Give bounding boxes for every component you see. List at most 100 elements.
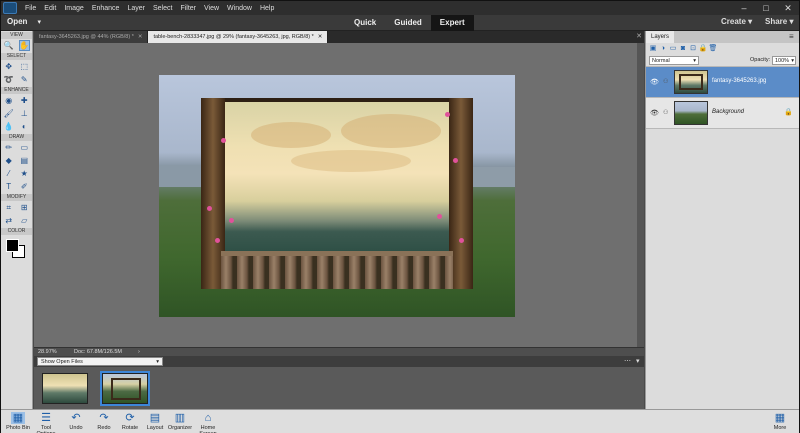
new-group-icon[interactable]: ▭ [668, 44, 678, 54]
redo-icon: ↷ [99, 412, 109, 424]
content-aware-move-tool-icon[interactable]: ⇄ [3, 215, 14, 226]
doc-tab-active[interactable]: table-bench-2833347.jpg @ 29% (fantasy-3… [148, 31, 329, 43]
undo-button[interactable]: ↶ Undo [61, 412, 91, 431]
toolbox: VIEW 🔍 ✋ SELECT ✥ ⬚ ➰ ✎ ENHANCE ◉ ✚ 🖌 ⊥ … [1, 31, 33, 409]
share-button[interactable]: Share ▾ [765, 17, 793, 26]
document-image[interactable] [159, 75, 515, 317]
straighten-tool-icon[interactable]: ▱ [19, 215, 30, 226]
visibility-eye-icon[interactable]: 👁 [650, 78, 659, 86]
mode-guided[interactable]: Guided [385, 15, 431, 31]
photo-bin-thumbnail-selected[interactable] [100, 371, 150, 406]
create-button[interactable]: Create ▾ [721, 17, 752, 26]
chevron-down-icon: ▾ [748, 17, 753, 26]
brush-tool-icon[interactable]: ✏ [3, 142, 14, 153]
mode-bar: Open ▾ Quick Guided Expert Create ▾ Share… [1, 15, 799, 31]
more-label: More [773, 425, 787, 431]
new-adjustment-layer-icon[interactable]: ◑ [658, 44, 668, 54]
layer-row-background[interactable]: 👁 ⚇ Background 🔒 [646, 98, 799, 129]
blend-mode-select[interactable]: Normal ▾ [649, 56, 699, 65]
canvas-area[interactable] [34, 43, 644, 347]
photoshop-elements-window: File Edit Image Enhance Layer Select Fil… [0, 0, 800, 433]
task-bar: ▦Photo Bin ☰Tool Options ↶Undo ↷Redo ⟳Ro… [1, 409, 799, 433]
marquee-tool-icon[interactable]: ⬚ [19, 61, 30, 72]
photo-bin-button[interactable]: ▦ Photo Bin [3, 412, 33, 431]
main-menu: File Edit Image Enhance Layer Select Fil… [21, 5, 278, 12]
lock-all-icon[interactable]: 🔒 [698, 44, 708, 54]
toolbox-section-view: VIEW [1, 32, 32, 39]
photo-bin [34, 367, 644, 409]
close-tab-icon[interactable]: ✕ [318, 34, 323, 40]
quick-selection-tool-icon[interactable]: ✎ [19, 74, 30, 85]
new-layer-icon[interactable]: ▣ [648, 44, 658, 54]
gradient-tool-icon[interactable]: ▤ [19, 155, 30, 166]
mode-quick[interactable]: Quick [345, 15, 385, 31]
close-document-icon[interactable]: ✕ [634, 31, 644, 43]
vertical-scrollbar[interactable] [637, 43, 644, 347]
tool-options-icon: ☰ [41, 412, 51, 424]
crop-tool-icon[interactable]: ⌗ [3, 202, 14, 213]
foreground-color-swatch[interactable] [6, 239, 19, 252]
close-window-button[interactable]: ✕ [777, 3, 799, 14]
menu-edit[interactable]: Edit [40, 5, 60, 12]
doc-tab[interactable]: fantasy-3645263.jpg @ 44% (RGB/8) * ✕ [34, 31, 149, 43]
opacity-value: 100% [775, 58, 790, 64]
move-tool-icon[interactable]: ✥ [3, 61, 14, 72]
organizer-button[interactable]: ▥ Organizer [165, 412, 195, 431]
hand-tool-icon[interactable]: ✋ [18, 40, 30, 51]
layer-row-fantasy[interactable]: 👁 ⚇ fantasy-3645263.jpg [646, 67, 799, 98]
visibility-eye-icon[interactable]: 👁 [650, 109, 659, 117]
menu-window[interactable]: Window [223, 5, 256, 12]
photo-bin-thumbnail[interactable] [42, 373, 88, 404]
more-button[interactable]: ▦ More [765, 412, 795, 431]
layer-name: Background [712, 109, 745, 115]
close-tab-icon[interactable]: ✕ [138, 34, 143, 40]
fantasy-frame [201, 98, 473, 289]
pencil-tool-icon[interactable]: ✐ [19, 181, 30, 192]
eraser-tool-icon[interactable]: ▭ [19, 142, 30, 153]
blend-opacity-row: Normal ▾ Opacity: 100% ▾ [646, 54, 799, 67]
menu-filter[interactable]: Filter [176, 5, 200, 12]
maximize-button[interactable]: □ [755, 3, 777, 14]
blend-mode-value: Normal [652, 58, 670, 64]
custom-shape-tool-icon[interactable]: ★ [19, 168, 30, 179]
lock-transparency-icon[interactable]: ⊡ [688, 44, 698, 54]
layer-tools: ▣ ◑ ▭ ◙ ⊡ 🔒 🗑 [646, 43, 799, 54]
mode-expert[interactable]: Expert [430, 15, 474, 31]
photo-bin-show-select[interactable]: Show Open Files ▾ [37, 357, 163, 366]
menu-view[interactable]: View [200, 5, 223, 12]
spot-healing-tool-icon[interactable]: ✚ [19, 95, 30, 106]
link-icon[interactable]: ⚇ [663, 109, 668, 116]
delete-layer-icon[interactable]: 🗑 [708, 44, 718, 54]
eyedropper-tool-icon[interactable]: ⁄ [3, 168, 14, 179]
lasso-tool-icon[interactable]: ➰ [3, 74, 14, 85]
chevron-down-icon: ▾ [791, 58, 794, 64]
minimize-button[interactable]: – [733, 3, 755, 14]
menu-help[interactable]: Help [256, 5, 278, 12]
tool-options-button[interactable]: ☰Tool Options [31, 412, 61, 433]
menu-enhance[interactable]: Enhance [88, 5, 124, 12]
blur-tool-icon[interactable]: 💧 [3, 121, 14, 132]
panel-menu-icon[interactable]: ≡ [789, 31, 799, 43]
menu-layer[interactable]: Layer [123, 5, 149, 12]
link-icon[interactable]: ⚇ [663, 78, 668, 85]
zoom-tool-icon[interactable]: 🔍 [3, 40, 14, 51]
tab-layers[interactable]: Layers [646, 31, 675, 43]
paint-bucket-tool-icon[interactable]: ◆ [3, 155, 14, 166]
doc-tab-label: table-bench-2833347.jpg @ 29% (fantasy-3… [153, 34, 314, 40]
sponge-tool-icon[interactable]: ◐ [19, 121, 30, 132]
clone-stamp-tool-icon[interactable]: ⊥ [19, 108, 30, 119]
red-eye-tool-icon[interactable]: ◉ [3, 95, 14, 106]
menu-select[interactable]: Select [149, 5, 176, 12]
menu-image[interactable]: Image [60, 5, 87, 12]
open-button[interactable]: Open ▾ [7, 17, 41, 26]
smart-brush-tool-icon[interactable]: 🖌 [3, 108, 14, 119]
type-tool-icon[interactable]: T [3, 181, 14, 192]
recompose-tool-icon[interactable]: ⊞ [19, 202, 30, 213]
home-screen-button[interactable]: ⌂Home Screen [193, 412, 223, 433]
photo-bin-more-icon[interactable]: ⋯ [624, 356, 631, 367]
opacity-field[interactable]: 100% ▾ [772, 56, 796, 65]
menu-file[interactable]: File [21, 5, 40, 12]
lock-icon: 🔒 [784, 109, 793, 116]
add-mask-icon[interactable]: ◙ [678, 44, 688, 54]
photo-bin-collapse-icon[interactable]: ▾ [636, 356, 640, 367]
